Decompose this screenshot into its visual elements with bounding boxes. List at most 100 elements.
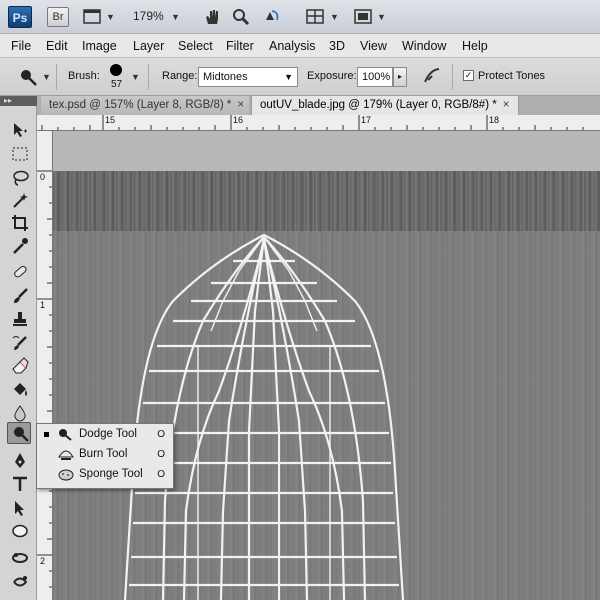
- lasso-tool-icon[interactable]: [8, 167, 32, 189]
- tab-label: outUV_blade.jpg @ 179% (Layer 0, RGB/8#)…: [260, 99, 497, 111]
- crop-tool-icon[interactable]: [8, 212, 32, 234]
- tab-outuv-blade[interactable]: outUV_blade.jpg @ 179% (Layer 0, RGB/8#)…: [251, 96, 519, 115]
- chevron-down-icon: ▼: [284, 72, 293, 82]
- shortcut-key: O: [157, 449, 165, 460]
- dodge-tool-icon[interactable]: [7, 422, 31, 444]
- document-canvas-area[interactable]: [53, 131, 600, 600]
- type-tool-icon[interactable]: [8, 473, 32, 495]
- brush-size: 57: [111, 79, 123, 90]
- clone-stamp-tool-icon[interactable]: [8, 308, 32, 330]
- ruler-tick-label: 18: [489, 115, 500, 125]
- eyedropper-tool-icon[interactable]: [8, 235, 32, 257]
- menu-window[interactable]: Window: [402, 39, 446, 53]
- close-icon[interactable]: ×: [237, 99, 244, 111]
- menu-image[interactable]: Image: [82, 39, 117, 53]
- flyout-item-label: Burn Tool: [79, 448, 128, 460]
- chevron-down-icon[interactable]: ▼: [171, 12, 180, 22]
- flyout-item-burn-tool[interactable]: Burn Tool O: [37, 445, 173, 464]
- horizontal-ruler[interactable]: 15 16 17 18: [37, 115, 600, 131]
- ruler-tick-label: 0: [40, 172, 46, 182]
- vertical-ruler[interactable]: 0 1 2: [37, 131, 53, 600]
- uv-wireframe-image: [123, 233, 405, 600]
- flyout-item-sponge-tool[interactable]: Sponge Tool O: [37, 465, 173, 484]
- zoom-level[interactable]: 179%: [133, 9, 164, 23]
- menu-select[interactable]: Select: [178, 39, 213, 53]
- tab-tex-psd[interactable]: tex.psd @ 157% (Layer 8, RGB/8) * ×: [41, 96, 249, 115]
- ruler-tick-label: 1: [40, 300, 46, 310]
- magic-wand-tool-icon[interactable]: [8, 189, 32, 211]
- tool-preset-picker[interactable]: [18, 67, 40, 90]
- view-extras-icon[interactable]: [82, 8, 102, 26]
- blur-tool-icon[interactable]: [8, 402, 32, 424]
- chevron-down-icon[interactable]: ▼: [377, 12, 386, 22]
- arrange-documents-icon[interactable]: [305, 8, 325, 26]
- chevron-down-icon[interactable]: ▼: [42, 72, 51, 82]
- brush-preview-icon[interactable]: [110, 64, 122, 76]
- 3d-orbit-tool-icon[interactable]: [8, 571, 32, 593]
- hand-tool-icon[interactable]: [203, 8, 221, 26]
- ruler-tick-label: 17: [361, 115, 372, 125]
- divider: [148, 64, 149, 90]
- tools-panel: ▸▸: [0, 96, 37, 600]
- chevron-down-icon[interactable]: ▼: [106, 12, 115, 22]
- exposure-label: Exposure:: [307, 70, 357, 82]
- exposure-input[interactable]: 100%: [357, 67, 393, 87]
- brush-label: Brush:: [68, 70, 100, 82]
- airbrush-icon[interactable]: [422, 66, 442, 89]
- menu-edit[interactable]: Edit: [46, 39, 68, 53]
- chevron-down-icon[interactable]: ▼: [330, 12, 339, 22]
- protect-tones-label: Protect Tones: [478, 70, 546, 82]
- history-brush-tool-icon[interactable]: [8, 332, 32, 354]
- divider: [452, 64, 453, 90]
- chevron-down-icon[interactable]: ▼: [131, 72, 140, 82]
- document-tabs: tex.psd @ 157% (Layer 8, RGB/8) * × outUV…: [37, 96, 600, 115]
- bridge-launch-button[interactable]: Br: [47, 7, 69, 27]
- ruler-tick-label: 16: [233, 115, 244, 125]
- photoshop-logo: Ps: [8, 6, 32, 28]
- marquee-tool-icon[interactable]: [8, 143, 32, 165]
- paint-bucket-tool-icon[interactable]: [8, 379, 32, 401]
- menu-layer[interactable]: Layer: [133, 39, 164, 53]
- tab-label: tex.psd @ 157% (Layer 8, RGB/8) *: [49, 99, 232, 111]
- menu-analysis[interactable]: Analysis: [269, 39, 316, 53]
- 3d-rotate-tool-icon[interactable]: [8, 547, 32, 569]
- divider: [56, 64, 57, 90]
- flyout-item-label: Sponge Tool: [79, 468, 143, 480]
- burn-icon: [57, 447, 75, 464]
- shortcut-key: O: [157, 429, 165, 440]
- menu-view[interactable]: View: [360, 39, 387, 53]
- protect-tones-checkbox[interactable]: ✓: [463, 70, 474, 81]
- image-canvas[interactable]: [53, 171, 600, 600]
- move-tool-icon[interactable]: [8, 119, 32, 141]
- dodge-tool-flyout-menu: Dodge Tool O Burn Tool O Sponge Tool O: [36, 423, 174, 489]
- menu-bar: File Edit Image Layer Select Filter Anal…: [0, 34, 600, 58]
- menu-filter[interactable]: Filter: [226, 39, 254, 53]
- flyout-item-dodge-tool[interactable]: Dodge Tool O: [37, 425, 173, 444]
- healing-brush-tool-icon[interactable]: [8, 261, 32, 283]
- brush-tool-icon[interactable]: [8, 285, 32, 307]
- ruler-tick-label: 15: [105, 115, 116, 125]
- sponge-icon: [57, 467, 75, 484]
- exposure-slider-button[interactable]: ▸: [393, 67, 407, 87]
- rotate-view-icon[interactable]: [262, 8, 282, 26]
- ruler-tick-label: 2: [40, 556, 46, 566]
- screen-mode-icon[interactable]: [353, 8, 373, 26]
- panel-collapse-handle[interactable]: ▸▸: [0, 96, 37, 106]
- shape-tool-icon[interactable]: [8, 520, 32, 542]
- flyout-item-label: Dodge Tool: [79, 428, 137, 440]
- menu-file[interactable]: File: [11, 39, 31, 53]
- zoom-tool-icon[interactable]: [232, 8, 250, 26]
- menu-3d[interactable]: 3D: [329, 39, 345, 53]
- range-label: Range:: [162, 70, 198, 82]
- eraser-tool-icon[interactable]: [8, 355, 32, 377]
- range-value: Midtones: [203, 71, 248, 83]
- shortcut-key: O: [157, 469, 165, 480]
- exposure-value: 100%: [362, 71, 391, 83]
- menu-help[interactable]: Help: [462, 39, 488, 53]
- path-selection-tool-icon[interactable]: [8, 497, 32, 519]
- selected-bullet-icon: [44, 432, 49, 437]
- dodge-icon: [57, 427, 73, 444]
- close-icon[interactable]: ×: [503, 99, 510, 111]
- pen-tool-icon[interactable]: [8, 450, 32, 472]
- range-select[interactable]: Midtones ▼: [198, 67, 298, 87]
